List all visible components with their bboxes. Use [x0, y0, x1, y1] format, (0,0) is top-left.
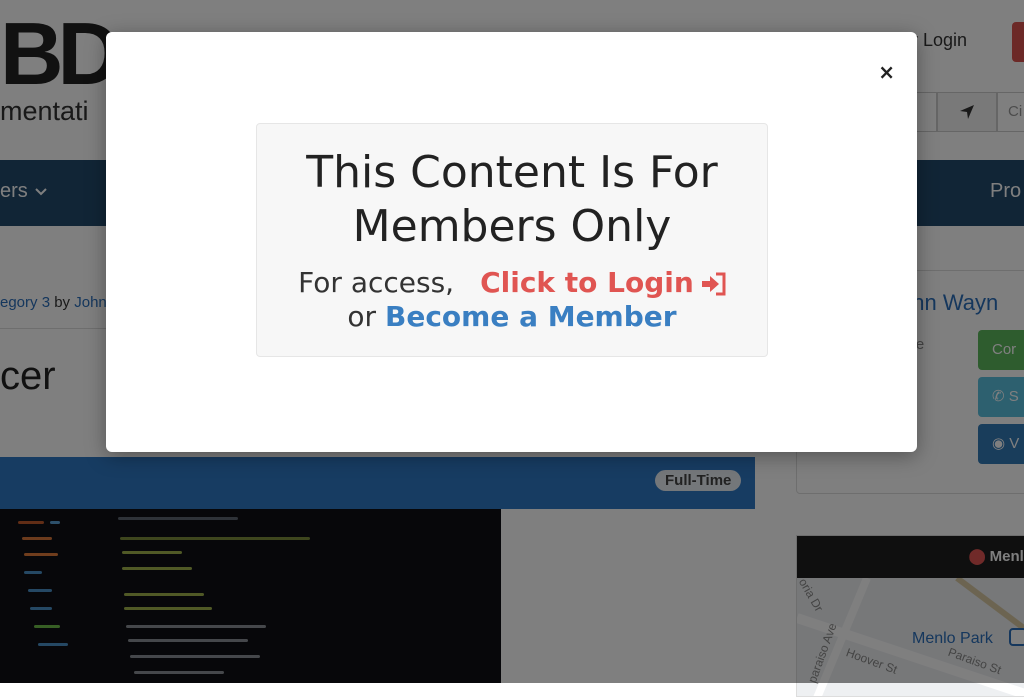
members-only-modal: × This Content Is For Members Only For a… [106, 32, 917, 452]
or-text: or [347, 300, 377, 333]
click-to-login-link[interactable]: Click to Login [480, 266, 726, 299]
login-link-label: Click to Login [480, 266, 694, 299]
members-only-title: This Content Is For Members Only [306, 147, 718, 252]
close-icon[interactable]: × [878, 62, 895, 82]
access-line: For access, Click to Login [257, 266, 767, 300]
become-a-member-link[interactable]: Become a Member [385, 300, 677, 333]
sign-in-icon [701, 272, 726, 296]
become-member-line: or Become a Member [257, 300, 767, 334]
members-only-box: This Content Is For Members Only For acc… [256, 123, 768, 357]
access-prefix: For access, [298, 266, 455, 299]
